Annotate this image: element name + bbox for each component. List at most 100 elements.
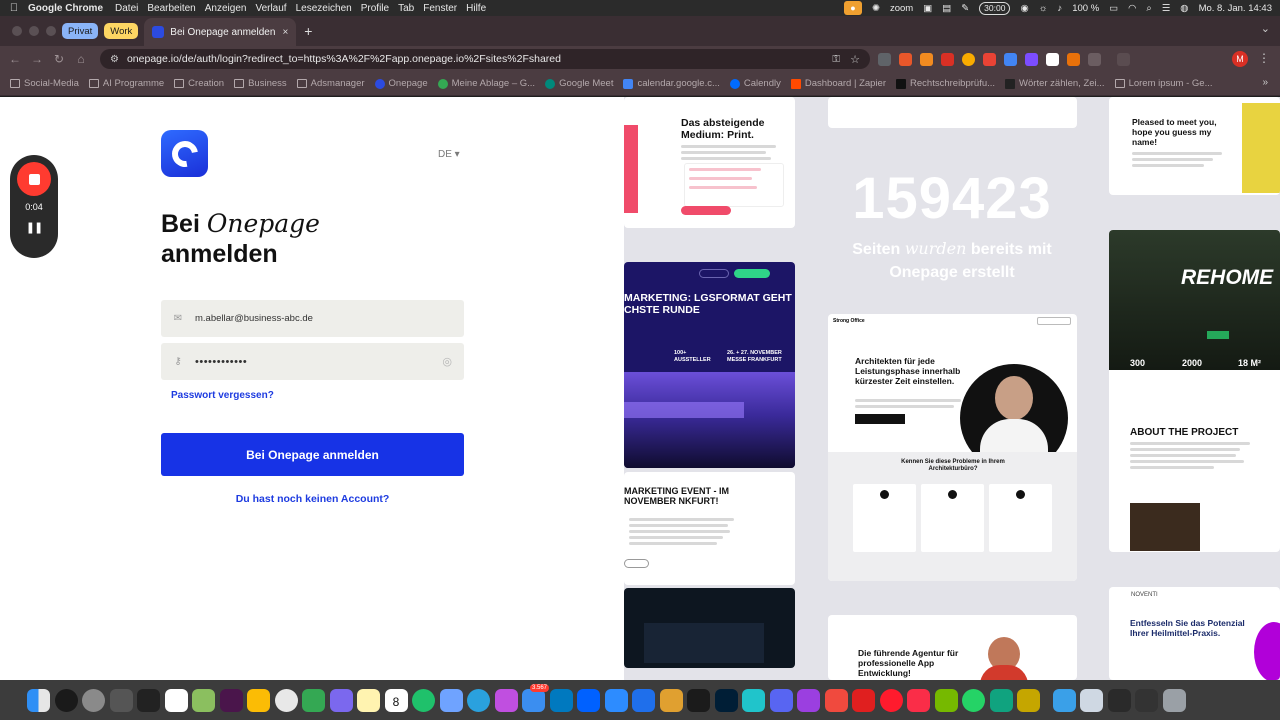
bookmark-woerter-zaehlen[interactable]: Wörter zählen, Zei... <box>1005 78 1111 89</box>
fantastical-icon[interactable] <box>824 688 848 712</box>
siri-icon[interactable]: ◍ <box>1180 3 1188 14</box>
trello-icon[interactable] <box>549 688 573 712</box>
minimize-window-icon[interactable] <box>29 26 39 36</box>
home-button[interactable]: ⌂ <box>70 52 92 66</box>
finder-icon[interactable] <box>27 688 50 712</box>
extension-sync-icon[interactable] <box>899 52 912 66</box>
messenger-icon[interactable] <box>412 688 435 712</box>
wifi-icon[interactable]: ◠ <box>1128 3 1136 14</box>
hide-password-icon[interactable]: ◎ <box>442 355 452 368</box>
email-field[interactable]: ✉ m.abellar@business-abc.de <box>161 300 464 337</box>
reload-button[interactable]: ↻ <box>48 52 70 66</box>
extension-doc-icon[interactable] <box>1004 52 1017 66</box>
extension-gear-icon[interactable] <box>1025 52 1038 66</box>
app-icon[interactable] <box>137 688 160 712</box>
tab-search-chevron-icon[interactable]: ⌄ <box>1261 22 1270 35</box>
pause-recording-button[interactable]: ❚❚ <box>26 221 43 234</box>
extension-record-icon[interactable] <box>941 52 954 66</box>
bookmark-adsmanager[interactable]: Adsmanager <box>296 78 371 89</box>
canva-icon[interactable] <box>742 688 765 712</box>
bookmark-ai-programme[interactable]: AI Programme <box>88 78 170 89</box>
bookmark-drive[interactable]: Meine Ablage – G... <box>437 78 541 89</box>
tab-group-work[interactable]: Work <box>104 23 139 39</box>
extensions-puzzle-icon[interactable] <box>1088 52 1101 66</box>
bitcoin-icon[interactable] <box>1017 688 1040 712</box>
side-panel-icon[interactable] <box>1117 52 1130 66</box>
menu-fenster[interactable]: Fenster <box>423 3 466 14</box>
microphone-icon[interactable]: ● <box>844 1 863 15</box>
bookmark-onepage[interactable]: Onepage <box>374 78 434 89</box>
bookmarks-overflow-icon[interactable]: » <box>1262 77 1268 88</box>
vpn-icon[interactable] <box>659 688 683 712</box>
podcasts-icon[interactable] <box>797 688 820 712</box>
telegram-icon[interactable] <box>467 688 490 712</box>
password-key-icon[interactable]: ⚿ <box>832 54 840 65</box>
grid-icon[interactable] <box>192 688 215 712</box>
trash-icon[interactable] <box>1162 688 1186 712</box>
tab-onepage-login[interactable]: Bei Onepage anmelden × <box>144 18 297 46</box>
bookmark-social-media[interactable]: Social-Media <box>10 78 85 89</box>
settings-icon[interactable] <box>82 688 105 712</box>
extension-camera-icon[interactable] <box>1046 52 1059 66</box>
bookmark-zapier[interactable]: Dashboard | Zapier <box>790 78 892 89</box>
menu-profile[interactable]: Profile <box>361 3 398 14</box>
brightness-icon[interactable]: ☼ <box>1039 3 1048 14</box>
lightroom-icon[interactable] <box>714 688 738 712</box>
acrobat-icon[interactable] <box>852 688 875 712</box>
bookmark-star-icon[interactable]: ☆ <box>850 53 860 66</box>
bookmark-business[interactable]: Business <box>234 78 293 89</box>
new-tab-button[interactable]: + <box>304 23 312 39</box>
register-link[interactable]: Du hast noch keinen Account? <box>161 493 464 505</box>
forgot-password-link[interactable]: Passwort vergessen? <box>171 390 274 401</box>
close-window-icon[interactable] <box>12 26 22 36</box>
extension-heart-icon[interactable] <box>983 52 996 66</box>
calculator-icon[interactable] <box>109 688 133 712</box>
slack-icon[interactable] <box>219 688 243 712</box>
zoom-status[interactable]: zoom <box>890 3 913 14</box>
forward-button[interactable]: → <box>26 52 48 66</box>
menu-verlauf[interactable]: Verlauf <box>255 3 295 14</box>
play-icon[interactable]: ◉ <box>1020 3 1028 14</box>
window-icon-2[interactable] <box>1135 688 1158 712</box>
bookmark-calendly[interactable]: Calendly <box>729 78 787 89</box>
tab-group-privat[interactable]: Privat <box>62 23 99 39</box>
menu-tab[interactable]: Tab <box>398 3 423 14</box>
maximize-window-icon[interactable] <box>46 26 56 36</box>
gear-icon[interactable]: ✺ <box>872 3 880 14</box>
pen-icon[interactable]: ✎ <box>961 3 969 14</box>
capture-icon[interactable] <box>687 688 710 712</box>
bookmark-creation[interactable]: Creation <box>174 78 230 89</box>
login-button[interactable]: Bei Onepage anmelden <box>161 433 464 476</box>
extension-hub-icon[interactable] <box>920 52 933 66</box>
email-value[interactable]: m.abellar@business-abc.de <box>195 313 313 324</box>
timer-status[interactable]: 30:00 <box>979 1 1011 15</box>
opera-icon[interactable] <box>879 688 903 712</box>
menu-datei[interactable]: Datei <box>115 3 147 14</box>
bookmark-rechtschreibpruefung[interactable]: Rechtschreibprüfu... <box>896 78 1001 89</box>
menu-hilfe[interactable]: Hilfe <box>466 3 495 14</box>
aa-icon[interactable]: ▣ <box>923 3 932 14</box>
stop-recording-button[interactable] <box>17 162 51 196</box>
music-note-icon[interactable]: ♪ <box>1057 3 1062 14</box>
discord-icon[interactable] <box>769 688 793 712</box>
whatsapp-icon[interactable] <box>962 688 985 712</box>
bookmark-lorem-ipsum[interactable]: Lorem ipsum - Ge... <box>1114 78 1219 89</box>
menu-bearbeiten[interactable]: Bearbeiten <box>147 3 204 14</box>
site-info-icon[interactable]: ⚙ <box>110 54 119 65</box>
menu-app-name[interactable]: Google Chrome <box>28 3 115 14</box>
chrome-menu-icon[interactable]: ⋮ <box>1258 51 1270 65</box>
url-text[interactable]: onepage.io/de/auth/login?redirect_to=htt… <box>127 53 561 65</box>
language-selector[interactable]: DE ▾ <box>438 149 460 160</box>
address-bar[interactable]: ⚙ onepage.io/de/auth/login?redirect_to=h… <box>100 49 870 69</box>
drive-icon[interactable] <box>302 688 325 712</box>
back-button[interactable]: ← <box>4 52 26 66</box>
mail-icon[interactable]: 3.567 <box>522 683 549 712</box>
preview-icon[interactable] <box>1080 688 1103 712</box>
chrome-icon[interactable] <box>274 688 298 712</box>
window-icon[interactable] <box>1107 688 1131 712</box>
clock-status[interactable]: Mo. 8. Jan. 14:43 <box>1199 3 1272 14</box>
apple-icon[interactable]:  <box>0 2 28 14</box>
notion-status-icon[interactable]: ▤ <box>942 3 951 14</box>
menu-anzeigen[interactable]: Anzeigen <box>205 3 256 14</box>
podcast-purple-icon[interactable] <box>494 688 518 712</box>
